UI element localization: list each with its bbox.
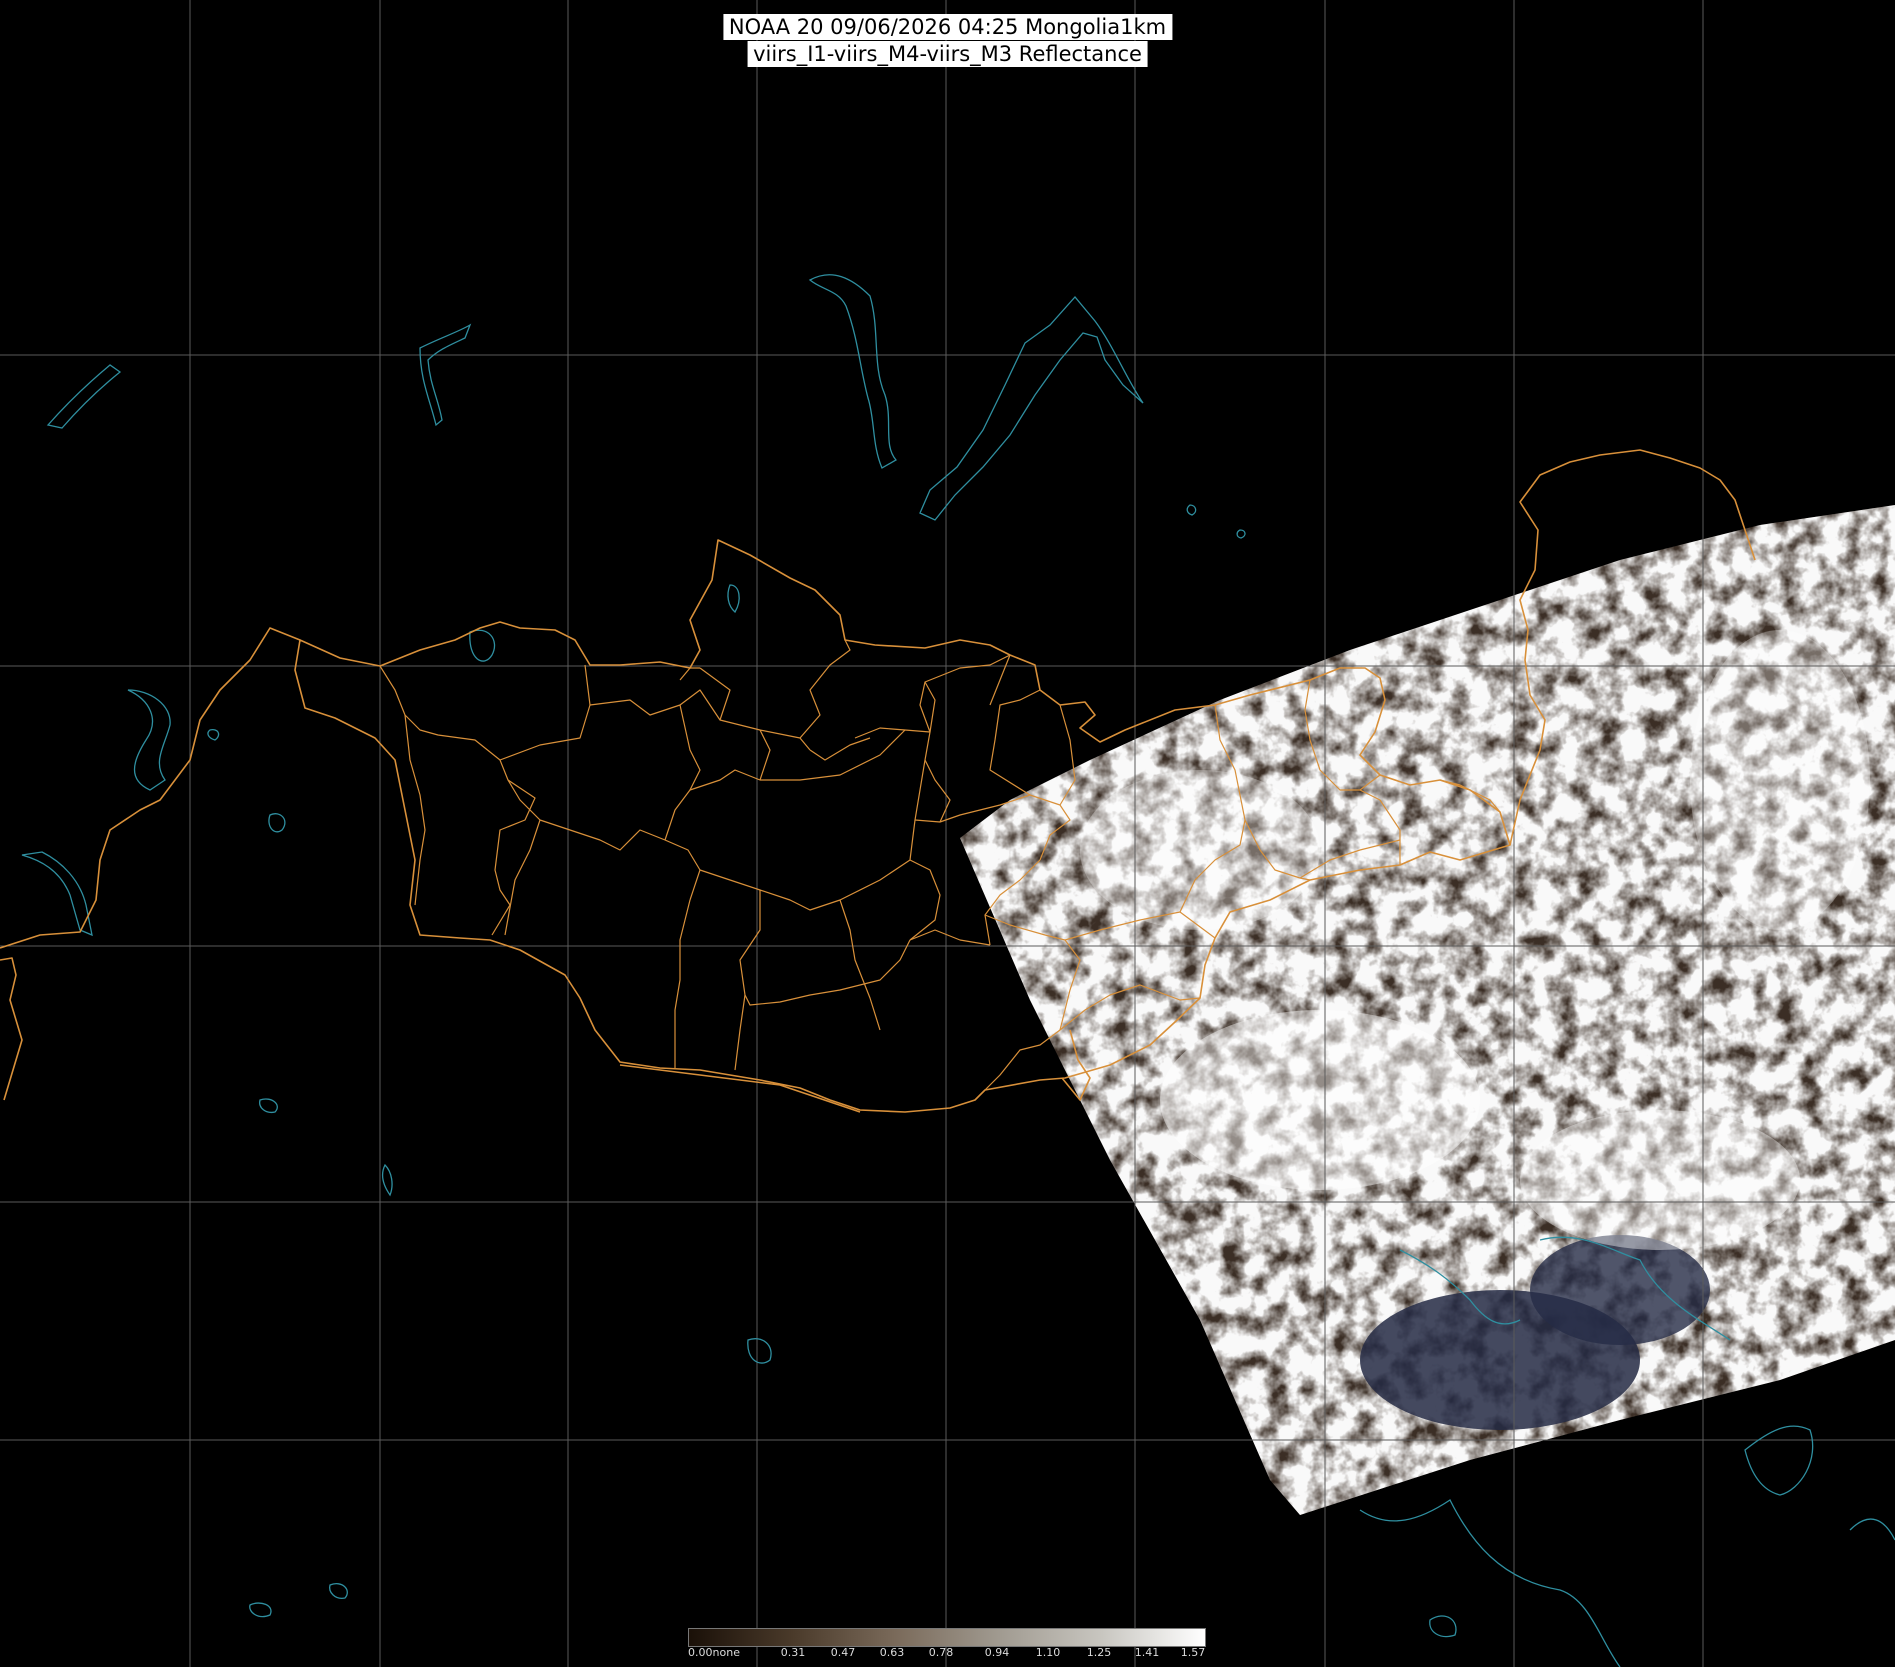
colorbar-label: 1.25 (1086, 1646, 1112, 1659)
satellite-map (0, 0, 1895, 1667)
colorbar-label: 0.31 (780, 1646, 806, 1659)
colorbar-label: 1.41 (1134, 1646, 1160, 1659)
map-title: NOAA 20 09/06/2026 04:25 Mongolia1km (722, 14, 1173, 40)
colorbar-label: 0.78 (928, 1646, 954, 1659)
colorbar-label: 1.10 (1035, 1646, 1061, 1659)
colorbar-label: 0.47 (830, 1646, 856, 1659)
colorbar-label: 0.63 (879, 1646, 905, 1659)
satellite-swath (960, 505, 1895, 1515)
colorbar (688, 1628, 1206, 1647)
colorbar-label: 0.94 (984, 1646, 1010, 1659)
colorbar-label: 0.00none (688, 1646, 740, 1659)
colorbar-label: 1.57 (1180, 1646, 1206, 1659)
map-subtitle: viirs_I1-viirs_M4-viirs_M3 Reflectance (747, 41, 1148, 67)
